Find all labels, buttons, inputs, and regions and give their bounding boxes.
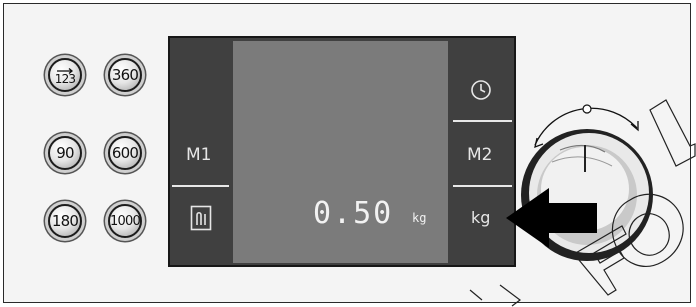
memory-1-button[interactable]: M1 xyxy=(186,145,211,165)
button-label: 90 xyxy=(56,144,74,162)
detergent-icon[interactable] xyxy=(190,205,212,231)
clock-icon[interactable] xyxy=(469,78,493,102)
button-label: 360 xyxy=(111,66,139,84)
weight-button[interactable]: kg xyxy=(471,208,490,227)
spin-1000-button[interactable]: 1000 xyxy=(108,204,142,238)
memory-2-button[interactable]: M2 xyxy=(467,145,492,165)
button-label: 600 xyxy=(111,144,139,162)
button-label: 1000 xyxy=(110,213,141,229)
rpm-arrow-icon xyxy=(57,68,74,74)
right-top-divider xyxy=(453,120,512,122)
spin-600-button[interactable]: 600 xyxy=(108,136,142,170)
temp-180-button[interactable]: 180 xyxy=(48,204,82,238)
display-value: 0.50 xyxy=(313,196,394,231)
right-bottom-divider xyxy=(453,185,512,187)
display-unit: kg xyxy=(412,211,427,225)
button-label: 180 xyxy=(51,212,79,230)
temp-90-button[interactable]: 90 xyxy=(48,136,82,170)
spin-360-button[interactable]: 360 xyxy=(108,58,142,92)
left-divider xyxy=(172,185,229,187)
spin-speed-button[interactable]: 123 xyxy=(48,58,82,92)
